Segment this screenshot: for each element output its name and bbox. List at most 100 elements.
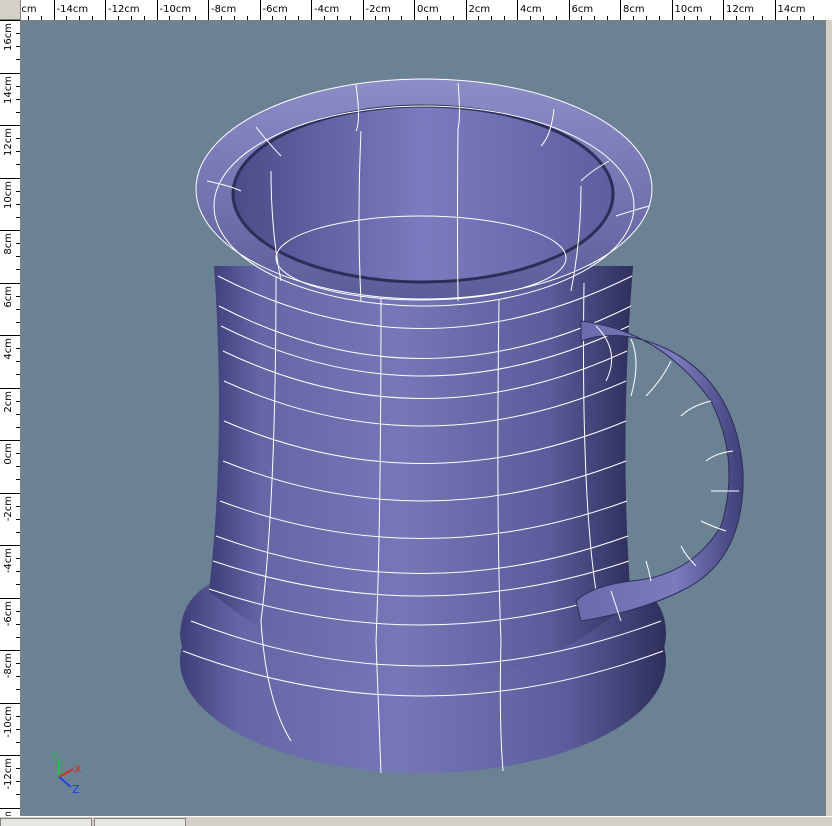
ruler-tick: 6cm	[568, 0, 593, 20]
ruler-minor-tick	[439, 16, 441, 20]
ruler-minor-tick	[787, 16, 789, 20]
ruler-label: 4cm	[520, 4, 542, 15]
ruler-label: 8cm	[623, 4, 645, 15]
ruler-label: 10cm	[674, 4, 703, 15]
ruler-minor-tick	[529, 16, 531, 20]
ruler-minor-tick	[16, 400, 20, 402]
ruler-minor-tick	[478, 16, 480, 20]
ruler-minor-tick	[16, 610, 20, 612]
viewport-frame-right	[825, 20, 832, 816]
ruler-minor-tick	[16, 138, 20, 140]
ruler-label: 10cm	[3, 180, 14, 209]
ruler-minor-tick	[761, 16, 763, 20]
ruler-minor-tick	[27, 16, 29, 20]
ruler-tick: -8cm	[0, 650, 20, 678]
ruler-minor-tick	[16, 164, 20, 166]
ruler-label: -4cm	[314, 4, 340, 15]
ruler-minor-tick	[452, 16, 454, 20]
ruler-minor-tick	[336, 16, 338, 20]
ruler-tick: -6cm	[0, 597, 20, 626]
ruler-tick: 12cm	[0, 125, 20, 156]
ruler-minor-tick	[130, 16, 132, 20]
3d-viewport[interactable]: Y X Z	[21, 21, 825, 816]
ruler-minor-tick	[748, 16, 750, 20]
ruler-minor-tick	[16, 781, 20, 783]
ruler-minor-tick	[16, 794, 20, 796]
ruler-minor-tick	[16, 531, 20, 533]
ruler-minor-tick	[16, 348, 20, 350]
ruler-label: 2cm	[468, 4, 491, 15]
mug-model[interactable]: Y X Z	[21, 21, 825, 816]
ruler-minor-tick	[813, 16, 815, 20]
ruler-label: -14cm	[56, 4, 89, 15]
ruler-minor-tick	[388, 16, 390, 20]
ruler-minor-tick	[220, 16, 222, 20]
ruler-minor-tick	[16, 715, 20, 717]
ruler-tick: -4cm	[311, 0, 339, 20]
ruler-label: -12cm	[3, 758, 14, 790]
ruler-minor-tick	[16, 584, 20, 586]
ruler-minor-tick	[16, 151, 20, 153]
ruler-label: -2cm	[3, 495, 14, 521]
ruler-tick: 10cm	[0, 177, 20, 208]
ruler-minor-tick	[182, 16, 184, 20]
ruler-minor-tick	[375, 16, 377, 20]
ruler-minor-tick	[645, 16, 647, 20]
ruler-tick: -14cm	[53, 0, 88, 20]
ruler-vertical[interactable]: 16cm 14cm 12cm 10cm 8cm 6cm 4cm 2cm 0cm -2cm -4cm -…	[0, 20, 21, 816]
ruler-minor-tick	[426, 16, 428, 20]
ruler-label: 4cm	[3, 338, 14, 360]
ruler-minor-tick	[16, 689, 20, 691]
ruler-horizontal[interactable]: -16cm -14cm -12cm -10cm -8cm -6cm -4cm -2cm 0cm 2…	[21, 0, 832, 21]
axis-y-label: Y	[50, 751, 58, 764]
ruler-label: -16cm	[21, 4, 37, 15]
ruler-label: -4cm	[3, 548, 14, 574]
ruler-minor-tick	[16, 453, 20, 455]
ruler-label: -10cm	[3, 705, 14, 738]
ruler-label: -6cm	[262, 4, 288, 15]
ruler-minor-tick	[16, 676, 20, 678]
ruler-tick: 6cm	[0, 282, 20, 307]
ruler-tick: 4cm	[517, 0, 542, 20]
ruler-label: 14cm	[777, 4, 806, 15]
ruler-minor-tick	[272, 16, 274, 20]
ruler-label: 8cm	[3, 233, 14, 255]
ruler-tick: 2cm	[465, 0, 490, 20]
ruler-minor-tick	[16, 98, 20, 100]
ruler-tick: -4cm	[0, 545, 20, 573]
ruler-minor-tick	[607, 16, 609, 20]
ruler-minor-tick	[16, 728, 20, 730]
ruler-label: -8cm	[211, 4, 237, 15]
ruler-minor-tick	[79, 16, 81, 20]
ruler-minor-tick	[285, 16, 287, 20]
ruler-minor-tick	[169, 16, 171, 20]
ruler-label: 0cm	[417, 4, 439, 15]
ruler-minor-tick	[16, 466, 20, 468]
ruler-minor-tick	[66, 16, 68, 20]
ruler-tick: 2cm	[0, 387, 20, 412]
ruler-tick: -8cm	[208, 0, 236, 20]
status-tab[interactable]	[0, 818, 92, 826]
ruler-label: 16cm	[3, 23, 14, 51]
ruler-minor-tick	[16, 111, 20, 113]
ruler-minor-tick	[16, 505, 20, 507]
ruler-label: -2cm	[365, 4, 391, 15]
ruler-label: -10cm	[159, 4, 192, 15]
ruler-label: 12cm	[3, 128, 14, 156]
ruler-minor-tick	[16, 59, 20, 61]
ruler-minor-tick	[16, 33, 20, 35]
ruler-minor-tick	[117, 16, 119, 20]
ruler-tick: -12cm	[105, 0, 140, 20]
ruler-minor-tick	[16, 518, 20, 520]
ruler-minor-tick	[632, 16, 634, 20]
ruler-minor-tick	[16, 558, 20, 560]
ruler-tick: 0cm	[0, 440, 20, 465]
ruler-tick: 14cm	[774, 0, 805, 20]
ruler-minor-tick	[323, 16, 325, 20]
ruler-minor-tick	[504, 16, 506, 20]
ruler-minor-tick	[16, 308, 20, 310]
ruler-minor-tick	[233, 16, 235, 20]
ruler-minor-tick	[16, 663, 20, 665]
status-tab[interactable]	[94, 818, 186, 826]
ruler-tick: -2cm	[0, 492, 20, 521]
